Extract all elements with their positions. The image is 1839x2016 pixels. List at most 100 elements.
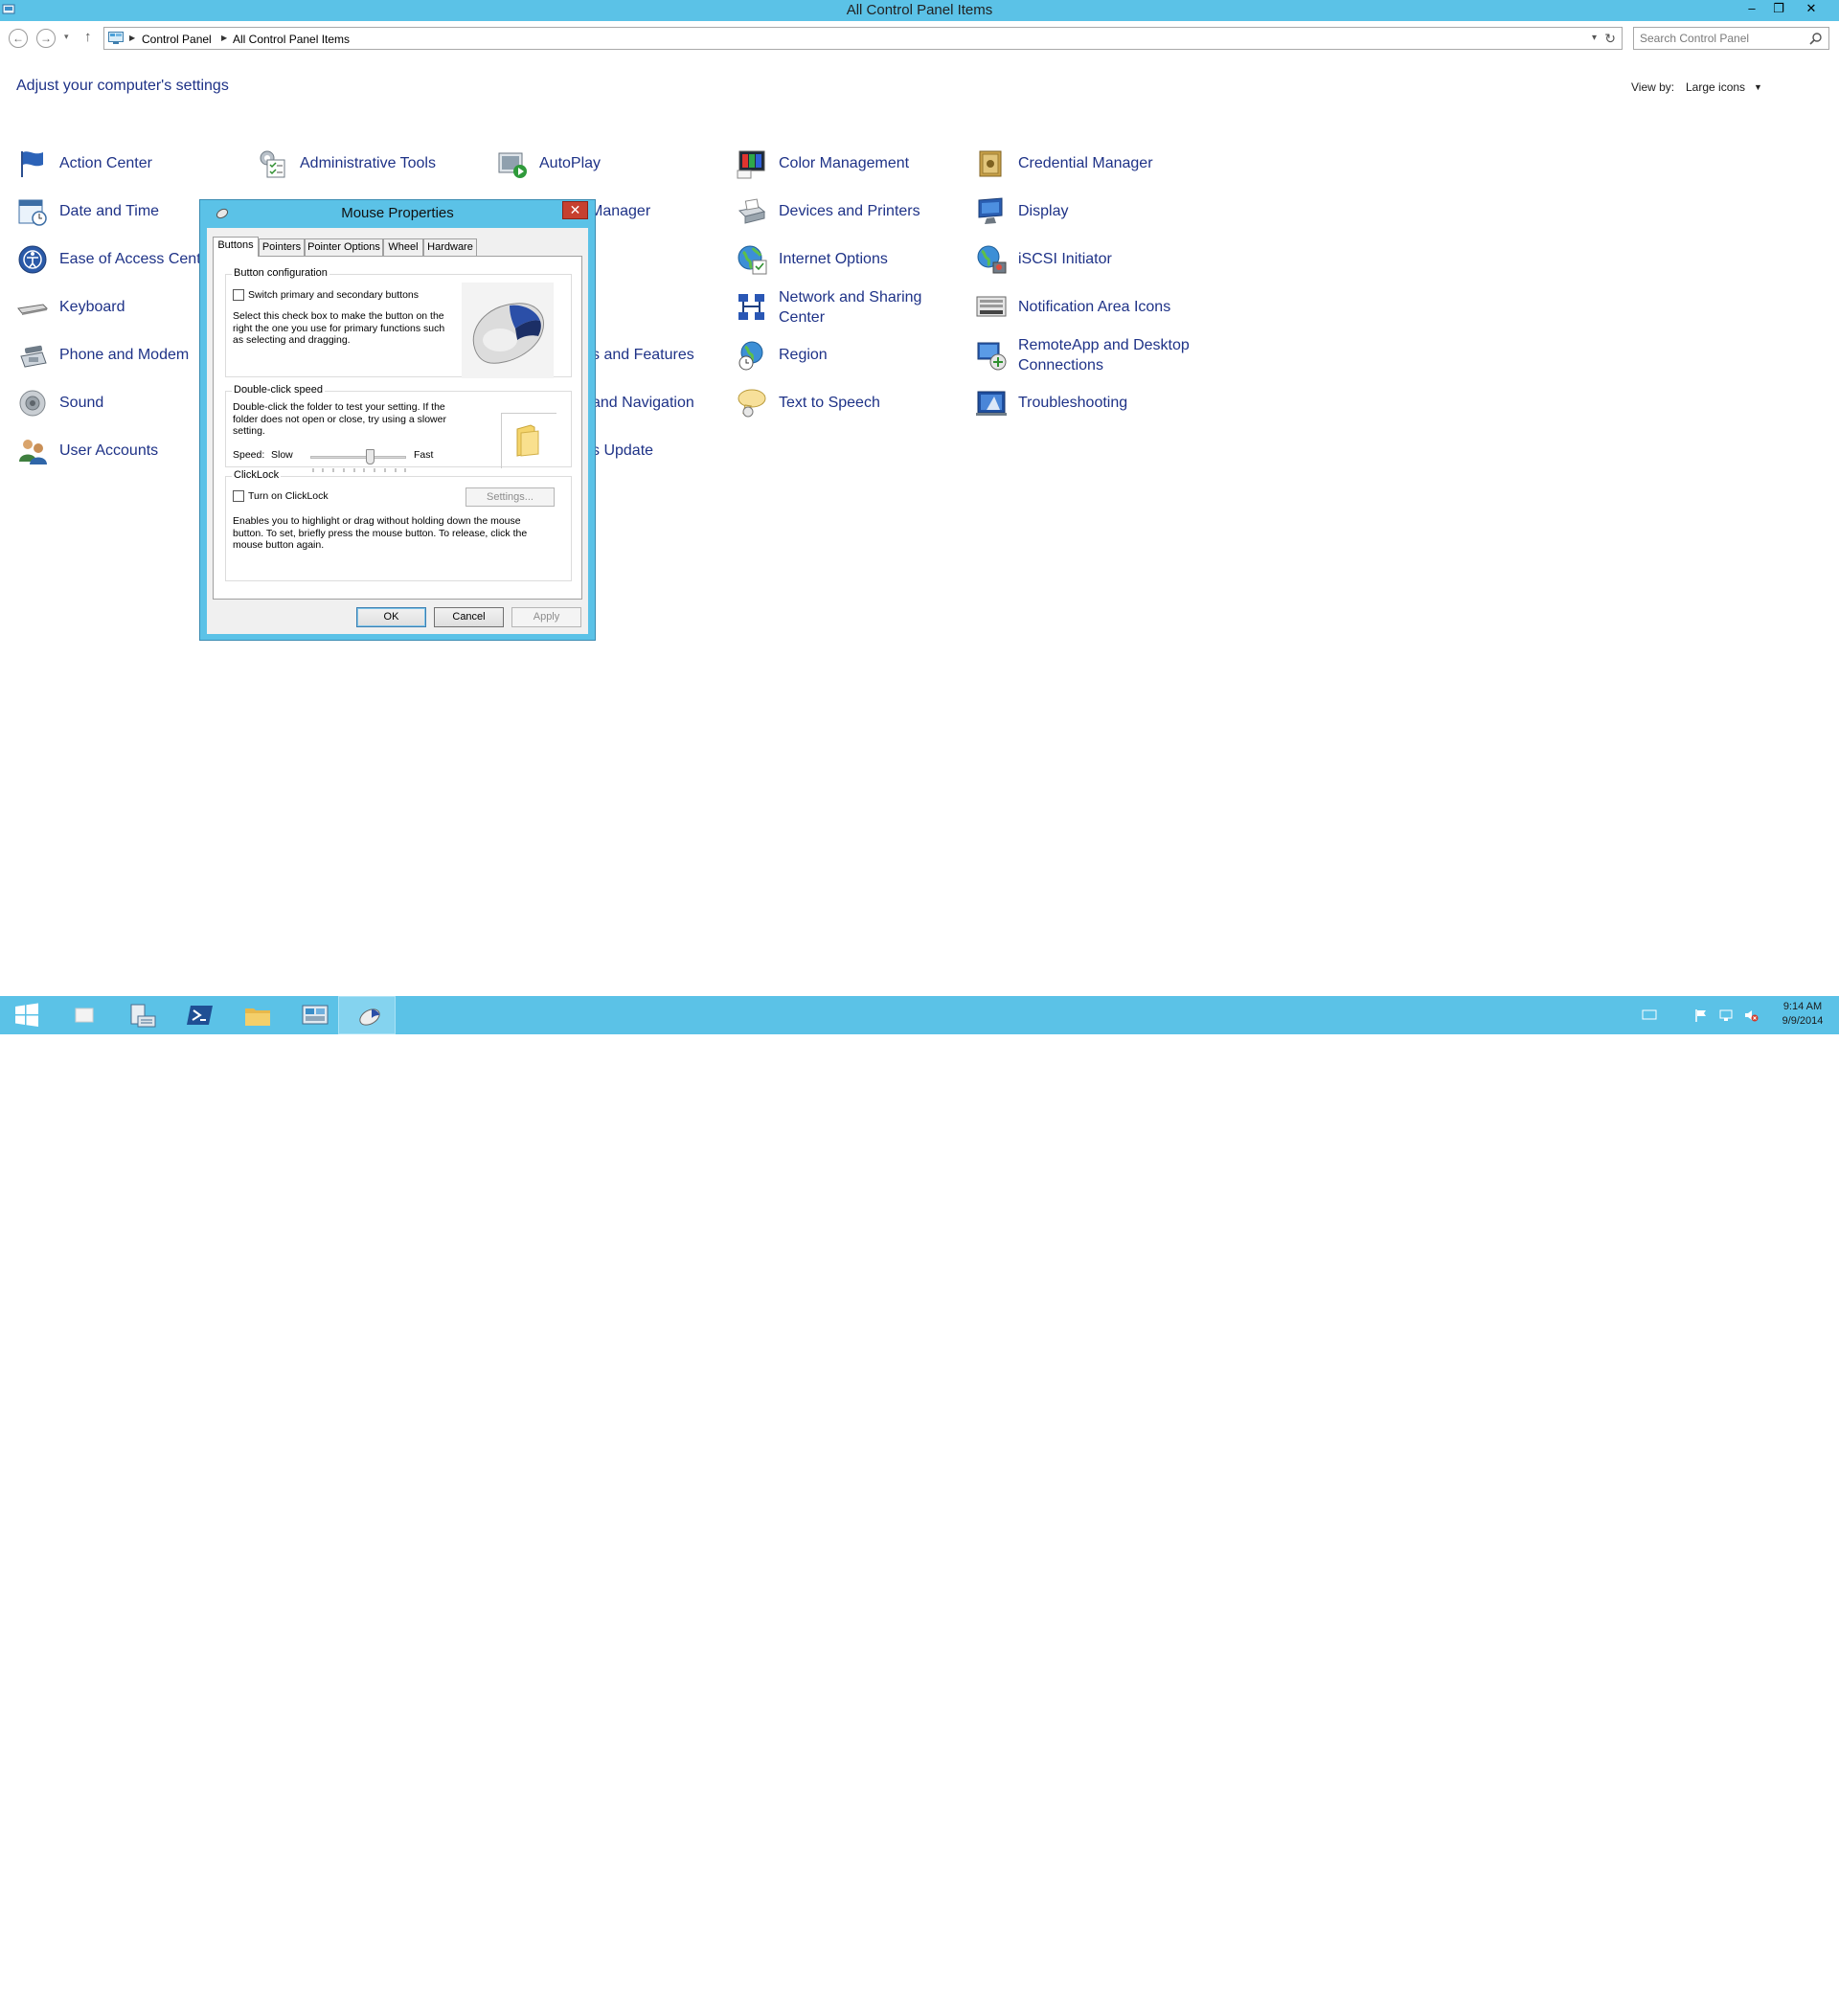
tray-flag-icon[interactable] [1693, 1008, 1709, 1023]
cp-item-action-center[interactable]: Action Center [16, 142, 237, 184]
mouse-illustration [462, 283, 554, 378]
watermark-text: The Collection Book [1657, 1996, 1812, 2015]
cp-item-label: Date and Time [59, 202, 160, 219]
view-by-dropdown-arrow-icon[interactable]: ▼ [1754, 82, 1762, 92]
start-button[interactable] [0, 996, 56, 1034]
speed-slider-track[interactable] [310, 456, 406, 459]
breadcrumb-all-items[interactable]: All Control Panel Items [233, 33, 350, 46]
clicklock-checkbox-label[interactable]: Turn on ClickLock [248, 490, 329, 503]
cp-item-label: Notification Area Icons [1018, 298, 1171, 315]
taskbar-desktop-button[interactable] [57, 996, 113, 1034]
server-manager-icon[interactable] [128, 1003, 157, 1030]
dialog-title: Mouse Properties [341, 205, 454, 221]
minimize-button[interactable]: – [1739, 0, 1764, 17]
taskbar-powershell[interactable] [172, 996, 228, 1034]
taskbar-file-explorer[interactable] [230, 996, 285, 1034]
cancel-button[interactable]: Cancel [434, 607, 504, 627]
cp-item-label: Text to Speech [779, 394, 880, 411]
restore-button[interactable]: ❐ [1766, 0, 1791, 17]
cp-item-label: Display [1018, 202, 1069, 219]
window-close-button[interactable]: ✕ [1799, 0, 1824, 17]
cp-item-label: Phone and Modem [59, 346, 190, 363]
folder-icon[interactable] [243, 1003, 272, 1028]
cp-item-label: User Accounts [59, 442, 159, 459]
tab-wheel[interactable]: Wheel [383, 238, 423, 256]
tab-hardware[interactable]: Hardware [423, 238, 477, 256]
troubleshooting-icon [976, 391, 1007, 416]
cp-item-label: Devices and Printers [779, 202, 920, 219]
apply-button[interactable]: Apply [511, 607, 581, 627]
recent-locations-button[interactable]: ▾ [64, 32, 69, 42]
search-input[interactable] [1640, 31, 1803, 46]
cp-item-label: Manager [590, 202, 651, 219]
back-button[interactable]: ← [9, 29, 28, 48]
refresh-icon[interactable]: ↻ [1604, 31, 1616, 47]
cp-item-iscsi-initiator[interactable]: iSCSI Initiator [975, 238, 1195, 280]
cp-item-label: Action Center [59, 154, 152, 171]
cp-item-text-to-speech[interactable]: Text to Speech [736, 381, 956, 423]
tab-pointers[interactable]: Pointers [259, 238, 305, 256]
cp-item-autoplay[interactable]: AutoPlay [496, 142, 688, 184]
cp-item-network-and-sharing-center[interactable]: Network and Sharing Center [736, 285, 956, 328]
cp-item-internet-options[interactable]: Internet Options [736, 238, 956, 280]
mouse-icon[interactable] [352, 1004, 383, 1031]
desktop-icon[interactable] [71, 1003, 98, 1028]
address-bar[interactable]: ▶ Control Panel ▶ All Control Panel Item… [103, 27, 1623, 50]
clicklock-checkbox[interactable] [233, 490, 244, 502]
autoplay-icon [498, 152, 527, 178]
calendar-clock-icon [18, 199, 47, 226]
switch-buttons-checkbox[interactable] [233, 289, 244, 301]
taskbar-control-panel[interactable] [287, 996, 343, 1034]
tray-display-icon[interactable] [1642, 1008, 1657, 1023]
breadcrumb-control-panel[interactable]: Control Panel [142, 33, 212, 46]
powershell-icon[interactable] [186, 1003, 215, 1028]
window-title: All Control Panel Items [846, 2, 993, 18]
keyboard-icon [17, 304, 49, 315]
windows-logo-icon[interactable] [13, 1003, 40, 1028]
cp-item-color-management[interactable]: Color Management [736, 142, 956, 184]
folder-icon[interactable] [502, 414, 556, 467]
group-label: ClickLock [232, 469, 282, 481]
clicklock-settings-button[interactable]: Settings... [465, 487, 555, 507]
cp-item-label: s and Features [592, 346, 694, 363]
cp-item-label: Color Management [779, 154, 910, 171]
dialog-close-button[interactable]: ✕ [562, 201, 588, 219]
taskbar-server-manager[interactable] [115, 996, 170, 1034]
cp-item-label: AutoPlay [539, 154, 602, 171]
cp-item-notification-area-icons[interactable]: Notification Area Icons [975, 285, 1195, 328]
cp-item-label: Administrative Tools [300, 154, 436, 171]
control-panel-icon[interactable] [301, 1003, 329, 1028]
switch-buttons-label[interactable]: Switch primary and secondary buttons [248, 289, 419, 302]
speaker-icon [19, 390, 46, 417]
up-button[interactable]: ↑ [84, 29, 92, 45]
clock-date: 9/9/2014 [1782, 1015, 1824, 1027]
cp-item-display[interactable]: Display [975, 190, 1195, 232]
cp-item-credential-manager[interactable]: Credential Manager [975, 142, 1195, 184]
users-icon [19, 440, 47, 464]
speed-slider-thumb[interactable] [366, 449, 375, 464]
search-icon[interactable] [1809, 32, 1823, 45]
iscsi-globe-icon [977, 245, 1007, 274]
taskbar-mouse-properties[interactable] [338, 996, 396, 1034]
cp-item-label: Region [779, 346, 828, 363]
mouse-properties-dialog: Mouse Properties ✕ Buttons Pointers Poin… [199, 199, 596, 641]
cp-item-devices-and-printers[interactable]: Devices and Printers [736, 190, 956, 232]
cp-item-troubleshooting[interactable]: Troubleshooting [975, 381, 1195, 423]
cp-item-administrative-tools[interactable]: Administrative Tools [257, 142, 477, 184]
view-by-dropdown[interactable]: Large icons [1686, 80, 1745, 94]
cp-item-remoteapp-and-desktop-connections[interactable]: RemoteApp and Desktop Connections [975, 333, 1224, 375]
tray-volume-muted-icon[interactable] [1743, 1008, 1759, 1023]
dialog-body: Buttons Pointers Pointer Options Wheel H… [207, 228, 588, 634]
tray-network-icon[interactable] [1718, 1008, 1734, 1023]
cp-item-region[interactable]: Region [736, 333, 956, 375]
taskbar-clock[interactable]: 9:14 AM 9/9/2014 [1772, 1000, 1833, 1029]
search-box[interactable] [1633, 27, 1829, 50]
tab-buttons[interactable]: Buttons [213, 237, 259, 257]
flag-icon [21, 151, 43, 177]
tab-pointer-options[interactable]: Pointer Options [305, 238, 383, 256]
ok-button[interactable]: OK [356, 607, 426, 627]
test-folder-area[interactable] [501, 413, 556, 468]
forward-button[interactable]: → [36, 29, 56, 48]
region-globe-clock-icon [738, 341, 763, 371]
address-dropdown-icon[interactable]: ▾ [1592, 33, 1597, 43]
